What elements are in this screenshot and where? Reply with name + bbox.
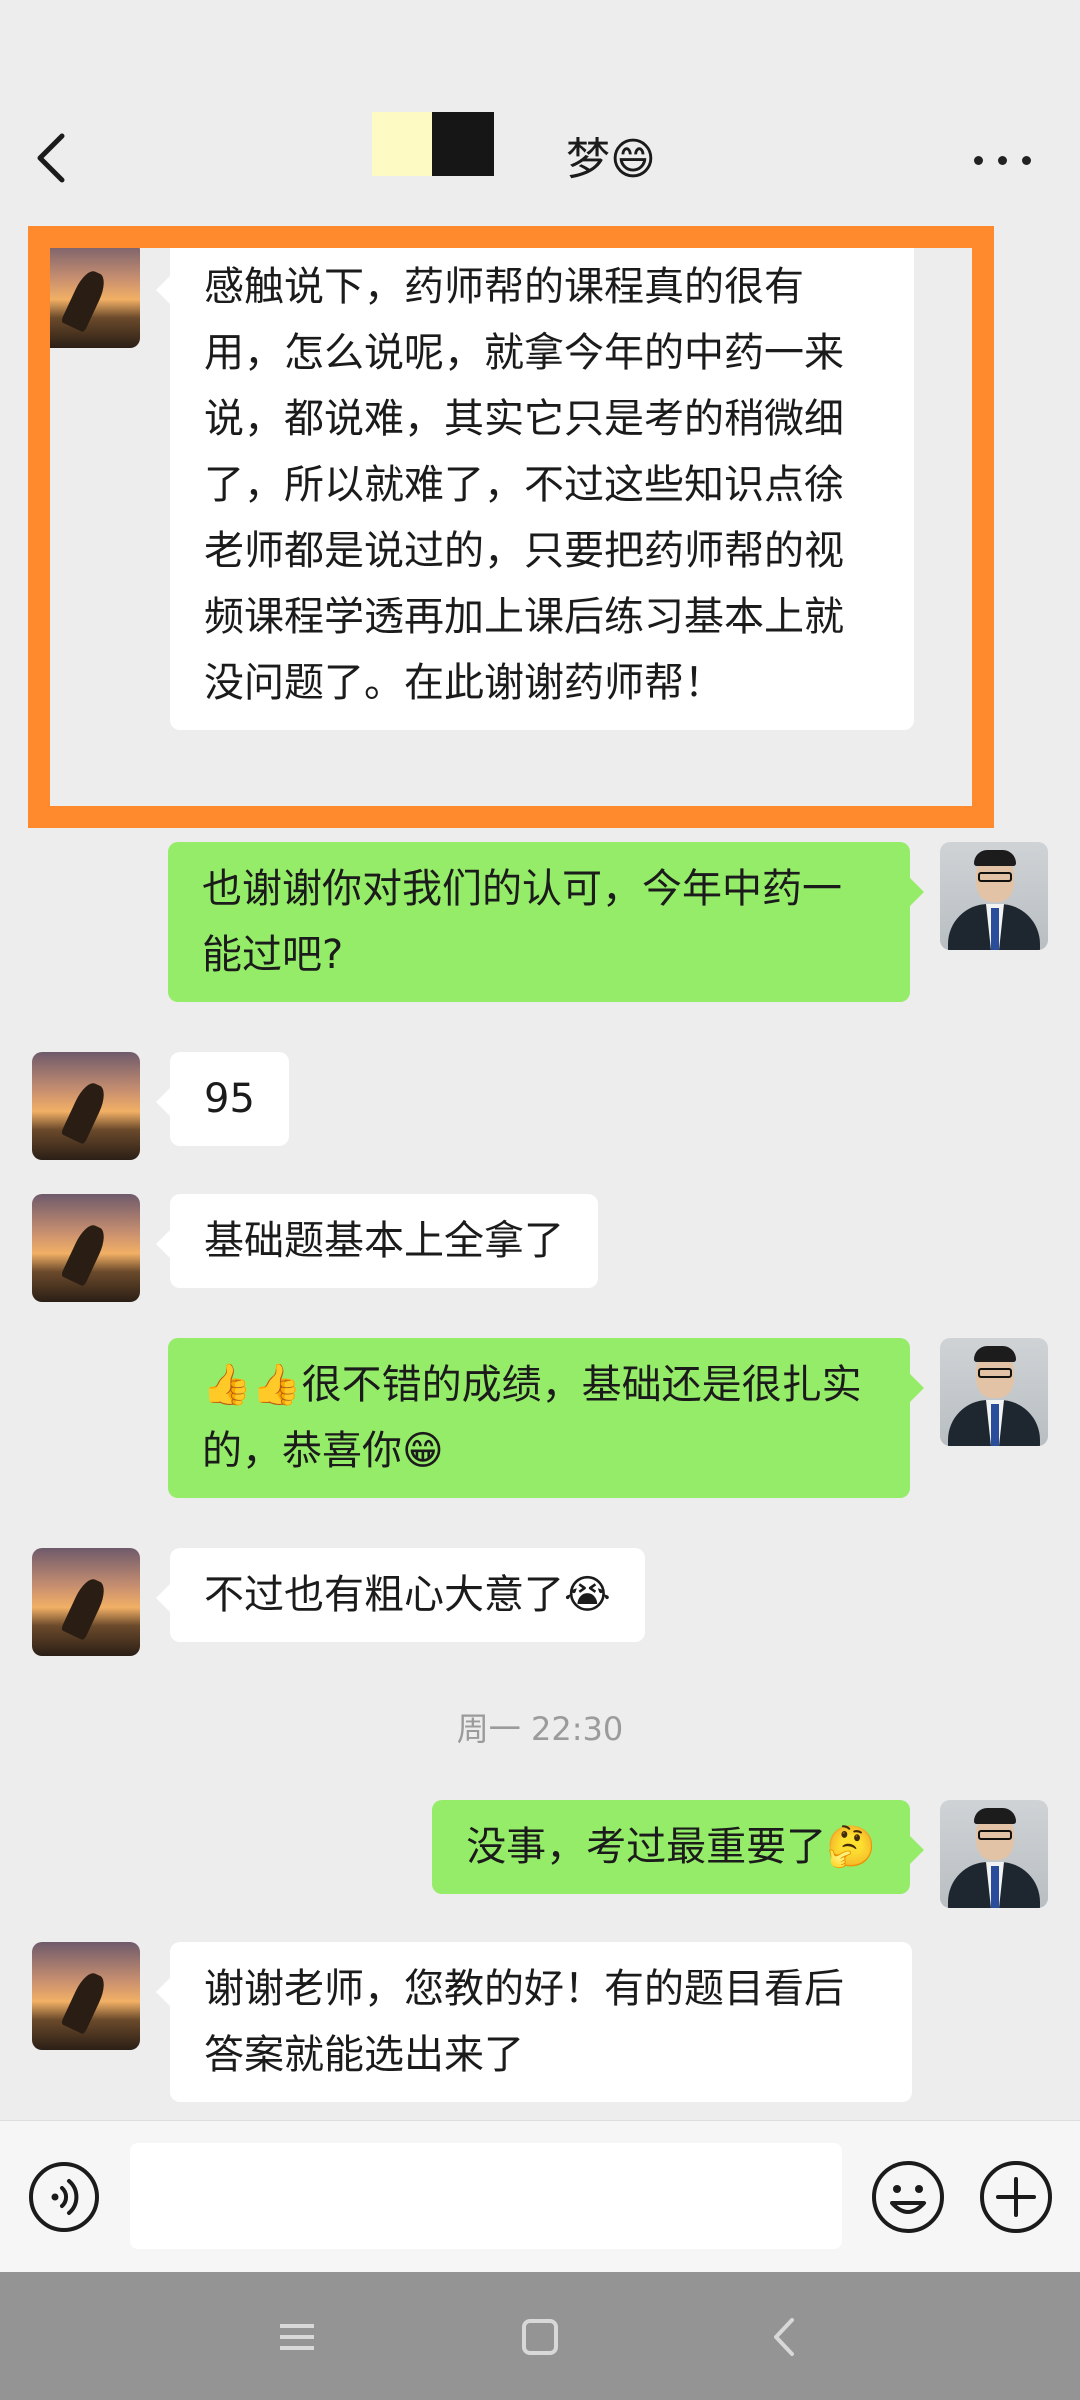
title-redaction-left bbox=[372, 112, 432, 176]
nav-back-button[interactable] bbox=[750, 2302, 820, 2372]
input-bar bbox=[0, 2120, 1080, 2272]
chat-title: 梦😄 bbox=[566, 134, 656, 185]
contact-avatar[interactable] bbox=[32, 240, 140, 348]
message-bubble-received[interactable]: 感触说下，药师帮的课程真的很有用，怎么说呢，就拿今年的中药一来说，都说难，其实它… bbox=[156, 240, 914, 730]
plus-icon bbox=[980, 2161, 1052, 2233]
contact-avatar[interactable] bbox=[32, 1548, 140, 1656]
chevron-left-icon bbox=[37, 133, 65, 183]
message-bubble-received[interactable]: 95 bbox=[156, 1052, 289, 1146]
contact-avatar[interactable] bbox=[32, 1194, 140, 1302]
chat-header: 梦😄 bbox=[0, 0, 1080, 226]
nav-home-button[interactable] bbox=[505, 2302, 575, 2372]
nav-back-icon bbox=[774, 2318, 794, 2356]
message-bubble-sent[interactable]: 👍👍很不错的成绩，基础还是很扎实的，恭喜你😁 bbox=[168, 1338, 924, 1498]
system-nav-bar bbox=[0, 2272, 1080, 2400]
voice-icon bbox=[29, 2162, 99, 2232]
contact-avatar[interactable] bbox=[32, 1052, 140, 1160]
more-dot bbox=[1022, 156, 1031, 165]
voice-button[interactable] bbox=[28, 2161, 100, 2233]
more-functions-button[interactable] bbox=[978, 2159, 1054, 2235]
more-dot bbox=[998, 156, 1007, 165]
emoji-button[interactable] bbox=[870, 2159, 946, 2235]
title-redaction-right bbox=[432, 112, 494, 176]
message-input[interactable] bbox=[130, 2143, 842, 2249]
message-timestamp: 周一 22:30 bbox=[456, 1710, 624, 1748]
message-bubble-received[interactable]: 谢谢老师，您教的好！有的题目看后答案就能选出来了 bbox=[156, 1942, 912, 2102]
message-bubble-sent[interactable]: 也谢谢你对我们的认可，今年中药一能过吧? bbox=[168, 842, 924, 1002]
my-avatar[interactable] bbox=[940, 842, 1048, 950]
emoji-icon bbox=[872, 2161, 944, 2233]
home-square-icon bbox=[522, 2319, 558, 2355]
my-avatar[interactable] bbox=[940, 1338, 1048, 1446]
more-dots-icon bbox=[974, 156, 983, 165]
message-bubble-received[interactable]: 基础题基本上全拿了 bbox=[156, 1194, 598, 1288]
chat-screen: 梦😄 感触说下，药师帮的课程真的很有用，怎么说呢，就拿今年的中药一来说，都说难，… bbox=[0, 0, 1080, 2400]
message-bubble-received[interactable]: 不过也有粗心大意了😭 bbox=[156, 1548, 645, 1642]
contact-avatar[interactable] bbox=[32, 1942, 140, 2050]
menu-icon bbox=[280, 2324, 314, 2350]
back-button[interactable] bbox=[24, 128, 84, 188]
my-avatar[interactable] bbox=[940, 1800, 1048, 1908]
message-bubble-sent[interactable]: 没事，考过最重要了🤔 bbox=[432, 1800, 924, 1894]
more-options-button[interactable] bbox=[966, 134, 1046, 184]
nav-menu-button[interactable] bbox=[262, 2302, 332, 2372]
